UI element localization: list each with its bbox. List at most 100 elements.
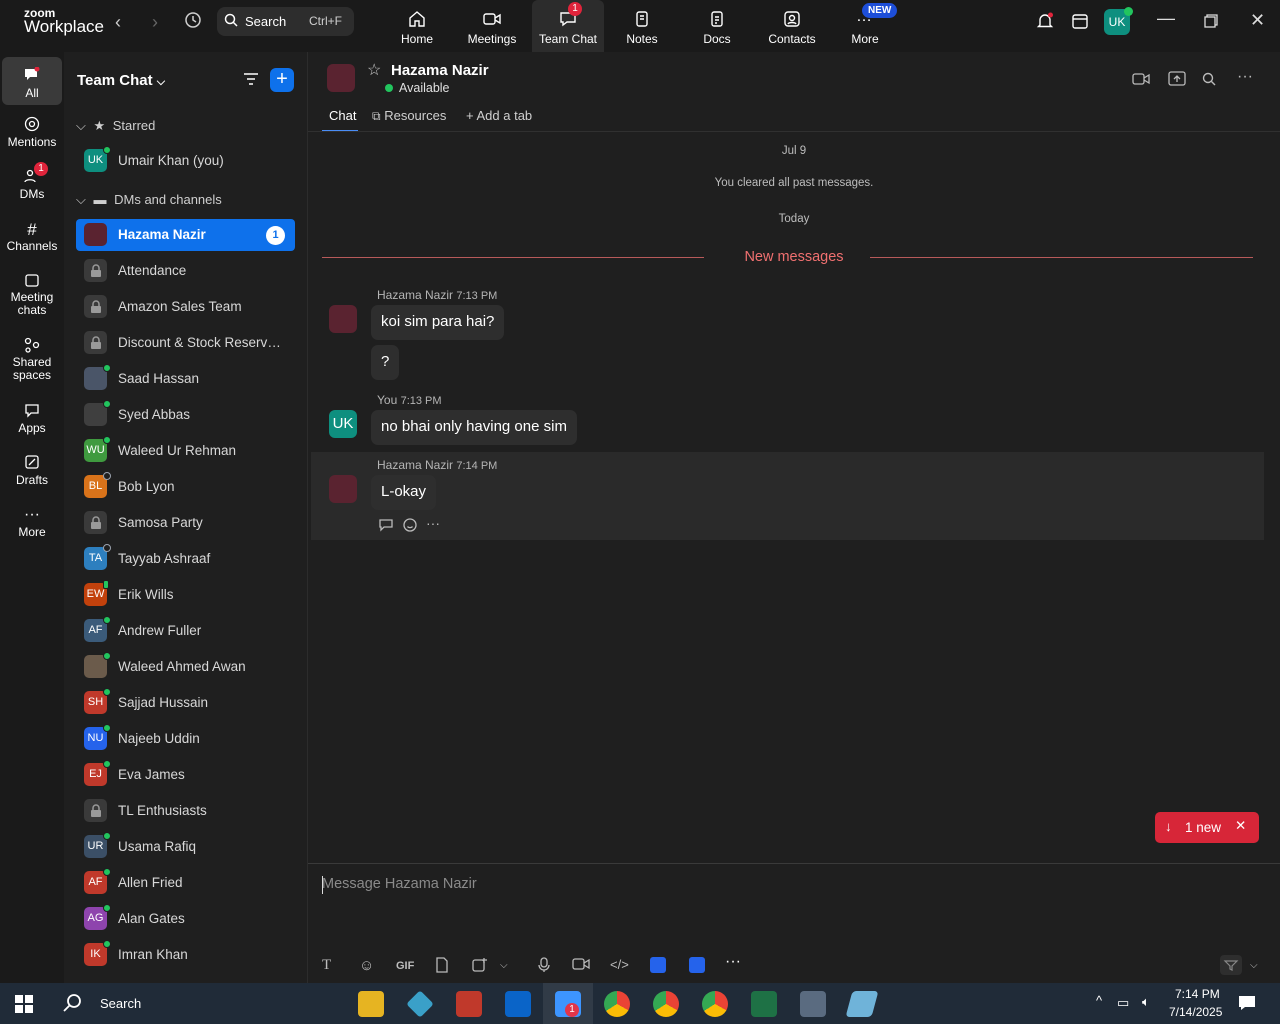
- search-box[interactable]: Search Ctrl+F: [217, 7, 354, 36]
- rail-drafts[interactable]: Drafts: [2, 454, 62, 487]
- chat-title[interactable]: Hazama Nazir: [391, 62, 489, 79]
- star-icon[interactable]: ☆: [367, 60, 381, 80]
- taskbar-search-label[interactable]: Search: [100, 996, 141, 1011]
- excel-icon[interactable]: [751, 991, 777, 1017]
- send-button[interactable]: [1220, 955, 1242, 975]
- chrome-icon[interactable]: [702, 991, 728, 1017]
- new-chat-button[interactable]: +: [270, 68, 294, 92]
- windows-start-icon[interactable]: [15, 995, 33, 1018]
- rail-more[interactable]: ··· More: [2, 506, 62, 539]
- nav-team-chat[interactable]: 1 Team Chat: [532, 0, 604, 52]
- message-bubble[interactable]: no bhai only having one sim: [371, 410, 577, 445]
- tab-chat[interactable]: Chat: [329, 108, 356, 123]
- close-icon[interactable]: ✕: [1235, 818, 1246, 834]
- dm-list-item[interactable]: NU Najeeb Uddin: [76, 723, 295, 755]
- microphone-icon[interactable]: [538, 957, 550, 976]
- reply-icon[interactable]: [378, 518, 394, 537]
- dm-list-item[interactable]: TL Enthusiasts: [76, 795, 295, 827]
- rail-apps[interactable]: Apps: [2, 402, 62, 435]
- chevron-down-icon[interactable]: ⌵: [1250, 960, 1258, 971]
- chat-avatar[interactable]: [327, 64, 355, 92]
- dm-list-item[interactable]: Discount & Stock Reservati...: [76, 327, 295, 359]
- nav-meetings[interactable]: Meetings: [456, 0, 528, 52]
- taskbar-time[interactable]: 7:14 PM: [1175, 987, 1220, 1001]
- tab-resources[interactable]: ⧉ Resources: [372, 108, 446, 124]
- notification-bell-icon[interactable]: [1036, 12, 1054, 35]
- notification-center-icon[interactable]: [1238, 994, 1256, 1017]
- more-options-icon[interactable]: ···: [1237, 68, 1253, 86]
- close-window-button[interactable]: ✕: [1250, 10, 1265, 31]
- video-call-icon[interactable]: [1132, 72, 1150, 91]
- rail-channels[interactable]: # Channels: [2, 220, 62, 253]
- emoji-reaction-icon[interactable]: [402, 517, 418, 538]
- tab-add[interactable]: + Add a tab: [466, 108, 532, 123]
- nav-notes[interactable]: Notes: [606, 0, 678, 52]
- forward-arrow-icon[interactable]: ›: [152, 12, 158, 33]
- avatar[interactable]: [329, 475, 357, 503]
- dm-list-item[interactable]: Saad Hassan: [76, 363, 295, 395]
- rail-meeting-chats[interactable]: Meeting chats: [2, 272, 62, 317]
- dm-list-item[interactable]: SH Sajjad Hussain: [76, 687, 295, 719]
- dm-list-item[interactable]: TA Tayyab Ashraaf: [76, 543, 295, 575]
- chevron-up-icon[interactable]: ^: [1096, 993, 1102, 1008]
- composer-placeholder[interactable]: Message Hazama Nazir: [322, 876, 477, 892]
- back-arrow-icon[interactable]: ‹: [115, 12, 121, 33]
- chevron-down-icon[interactable]: ⌵: [500, 960, 508, 971]
- code-snippet-icon[interactable]: </>: [610, 957, 629, 972]
- dm-list-item[interactable]: Waleed Ahmed Awan: [76, 651, 295, 683]
- nav-docs[interactable]: Docs: [681, 0, 753, 52]
- dm-list-item[interactable]: EW Erik Wills: [76, 579, 295, 611]
- avatar[interactable]: [329, 305, 357, 333]
- starred-section[interactable]: ⌵ ★ Starred: [76, 118, 155, 134]
- network-icon[interactable]: ▭: [1117, 995, 1129, 1011]
- starred-item[interactable]: UK Umair Khan (you): [76, 145, 295, 177]
- nav-contacts[interactable]: Contacts: [756, 0, 828, 52]
- file-icon[interactable]: [435, 957, 449, 976]
- message-more-icon[interactable]: ···: [426, 515, 440, 531]
- dm-list-item[interactable]: Hazama Nazir 1: [76, 219, 295, 251]
- rail-dms[interactable]: 1 DMs: [2, 162, 62, 201]
- dm-list-item[interactable]: AF Allen Fried: [76, 867, 295, 899]
- rail-mentions[interactable]: Mentions: [2, 116, 62, 149]
- dm-list-item[interactable]: Samosa Party: [76, 507, 295, 539]
- dm-list-item[interactable]: AF Andrew Fuller: [76, 615, 295, 647]
- rail-shared-spaces[interactable]: Shared spaces: [2, 337, 62, 382]
- dm-list-item[interactable]: Attendance: [76, 255, 295, 287]
- calculator-icon[interactable]: [800, 991, 826, 1017]
- jump-to-new-button[interactable]: ↓ 1 new ✕: [1155, 812, 1259, 843]
- dm-list-item[interactable]: EJ Eva James: [76, 759, 295, 791]
- dm-list-item[interactable]: IK Imran Khan: [76, 939, 295, 971]
- app-icon[interactable]: [406, 990, 434, 1018]
- minimize-button[interactable]: —: [1157, 8, 1175, 29]
- message-bubble[interactable]: L-okay: [371, 475, 437, 510]
- zoom-app-icon[interactable]: [689, 957, 705, 973]
- restore-button[interactable]: [1204, 12, 1218, 33]
- app-integration-icon[interactable]: [650, 957, 666, 973]
- history-icon[interactable]: [184, 11, 202, 34]
- message-composer[interactable]: Message Hazama Nazir T ☺ GIF ⌵ </> ··· ⌵: [308, 863, 1280, 983]
- more-tools-icon[interactable]: ···: [725, 953, 741, 971]
- dm-list-item[interactable]: Syed Abbas: [76, 399, 295, 431]
- filter-icon[interactable]: [243, 72, 259, 91]
- team-chat-title[interactable]: Team Chat ⌵: [77, 72, 165, 89]
- taskbar-date[interactable]: 7/14/2025: [1169, 1005, 1222, 1019]
- calendar-icon[interactable]: [1071, 12, 1089, 35]
- search-icon[interactable]: [1202, 72, 1216, 91]
- chrome-icon[interactable]: [653, 991, 679, 1017]
- dm-list-item[interactable]: Amazon Sales Team: [76, 291, 295, 323]
- avatar[interactable]: UK: [329, 410, 357, 438]
- message-bubble[interactable]: ?: [371, 345, 400, 380]
- emoji-icon[interactable]: ☺: [359, 957, 374, 974]
- dm-list-item[interactable]: WU Waleed Ur Rehman: [76, 435, 295, 467]
- screenshot-icon[interactable]: [472, 957, 488, 976]
- filezilla-icon[interactable]: [456, 991, 482, 1017]
- rail-all[interactable]: All: [2, 57, 62, 105]
- video-message-icon[interactable]: [572, 957, 590, 974]
- outlook-icon[interactable]: [505, 991, 531, 1017]
- app-icon[interactable]: [845, 991, 879, 1017]
- dms-section[interactable]: ⌵ ▬ DMs and channels: [76, 192, 222, 208]
- dm-list-item[interactable]: UR Usama Rafiq: [76, 831, 295, 863]
- nav-home[interactable]: Home: [381, 0, 453, 52]
- format-text-icon[interactable]: T: [322, 957, 331, 974]
- dm-list-item[interactable]: AG Alan Gates: [76, 903, 295, 935]
